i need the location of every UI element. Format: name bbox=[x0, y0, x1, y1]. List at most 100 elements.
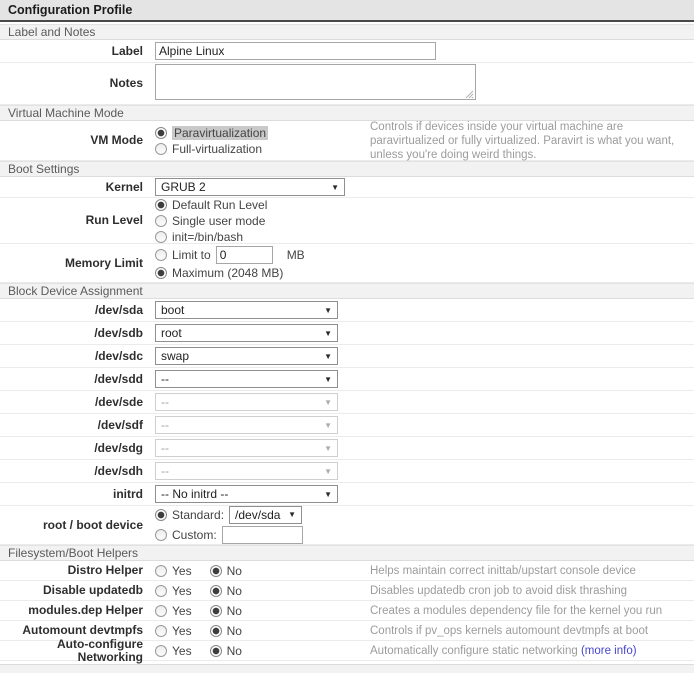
auto-configure-networking-label: Auto-configure Networking bbox=[0, 638, 150, 664]
dev-sdd-select[interactable]: -- ▼ bbox=[155, 370, 338, 388]
distro-helper-no-radio[interactable] bbox=[210, 565, 222, 577]
disable-updatedb-row: Disable updatedb Yes No Disables updated… bbox=[0, 581, 694, 601]
distro-helper-yes-label[interactable]: Yes bbox=[172, 564, 192, 578]
initrd-select-value: -- No initrd -- bbox=[161, 487, 228, 501]
disable-updatedb-yes-label[interactable]: Yes bbox=[172, 584, 192, 598]
modules-dep-no-radio[interactable] bbox=[210, 605, 222, 617]
dev-sdg-label: /dev/sdg bbox=[0, 442, 150, 455]
chevron-down-icon: ▼ bbox=[324, 490, 332, 499]
run-level-init-bash-radio[interactable] bbox=[155, 231, 167, 243]
run-level-init-bash-label[interactable]: init=/bin/bash bbox=[172, 230, 243, 244]
dev-sdh-select: -- ▼ bbox=[155, 462, 338, 480]
disable-updatedb-yes-radio[interactable] bbox=[155, 585, 167, 597]
distro-helper-row: Distro Helper Yes No Helps maintain corr… bbox=[0, 561, 694, 581]
more-info-link[interactable]: (more info) bbox=[581, 645, 637, 657]
automount-devtmpfs-no-label[interactable]: No bbox=[227, 624, 242, 638]
automount-devtmpfs-no-radio[interactable] bbox=[210, 625, 222, 637]
modules-dep-yes-label[interactable]: Yes bbox=[172, 604, 192, 618]
initrd-label: initrd bbox=[0, 488, 150, 501]
memory-limit-input[interactable] bbox=[216, 246, 273, 264]
memory-limit-to-radio[interactable] bbox=[155, 249, 167, 261]
label-input[interactable] bbox=[155, 42, 436, 60]
run-level-label: Run Level bbox=[0, 214, 150, 227]
automount-devtmpfs-help-text: Controls if pv_ops kernels automount dev… bbox=[370, 624, 694, 638]
distro-helper-yes-radio[interactable] bbox=[155, 565, 167, 577]
root-device-standard-label[interactable]: Standard: bbox=[172, 508, 224, 522]
dev-sdc-select[interactable]: swap ▼ bbox=[155, 347, 338, 365]
root-device-custom-radio[interactable] bbox=[155, 529, 167, 541]
chevron-down-icon: ▼ bbox=[324, 421, 332, 430]
dev-sdc-row: /dev/sdc swap ▼ bbox=[0, 345, 694, 368]
run-level-default-radio[interactable] bbox=[155, 199, 167, 211]
root-device-standard-select[interactable]: /dev/sda ▼ bbox=[229, 506, 302, 524]
auto-configure-networking-yes-label[interactable]: Yes bbox=[172, 644, 192, 658]
paravirtualization-option-label[interactable]: Paravirtualization bbox=[172, 126, 268, 140]
vm-mode-row: VM Mode Paravirtualization Full-virtuali… bbox=[0, 121, 694, 161]
modules-dep-yes-radio[interactable] bbox=[155, 605, 167, 617]
dev-sdg-row: /dev/sdg -- ▼ bbox=[0, 437, 694, 460]
chevron-down-icon: ▼ bbox=[324, 329, 332, 338]
root-device-custom-label[interactable]: Custom: bbox=[172, 528, 217, 542]
dev-sdb-select[interactable]: root ▼ bbox=[155, 324, 338, 342]
memory-maximum-label[interactable]: Maximum (2048 MB) bbox=[172, 266, 283, 280]
run-level-default-label[interactable]: Default Run Level bbox=[172, 198, 267, 212]
root-device-standard-radio[interactable] bbox=[155, 509, 167, 521]
auto-configure-networking-no-label[interactable]: No bbox=[227, 644, 242, 658]
run-level-row: Run Level Default Run Level Single user … bbox=[0, 198, 694, 244]
root-device-custom-input[interactable] bbox=[222, 526, 303, 544]
chevron-down-icon: ▼ bbox=[324, 444, 332, 453]
run-level-single-user-label[interactable]: Single user mode bbox=[172, 214, 265, 228]
kernel-select-value: GRUB 2 bbox=[161, 180, 206, 194]
initrd-row: initrd -- No initrd -- ▼ bbox=[0, 483, 694, 506]
dev-sdh-select-value: -- bbox=[161, 464, 169, 478]
dev-sdc-select-value: swap bbox=[161, 349, 189, 363]
paravirtualization-radio[interactable] bbox=[155, 127, 167, 139]
notes-textarea[interactable] bbox=[155, 64, 476, 100]
chevron-down-icon: ▼ bbox=[324, 352, 332, 361]
dev-sdf-row: /dev/sdf -- ▼ bbox=[0, 414, 694, 437]
kernel-row: Kernel GRUB 2 ▼ bbox=[0, 177, 694, 198]
dev-sdh-row: /dev/sdh -- ▼ bbox=[0, 460, 694, 483]
dev-sda-label: /dev/sda bbox=[0, 304, 150, 317]
dev-sda-select[interactable]: boot ▼ bbox=[155, 301, 338, 319]
dev-sdb-row: /dev/sdb root ▼ bbox=[0, 322, 694, 345]
dev-sdd-select-value: -- bbox=[161, 372, 169, 386]
kernel-select[interactable]: GRUB 2 ▼ bbox=[155, 178, 345, 196]
modules-dep-helper-label: modules.dep Helper bbox=[0, 604, 150, 617]
dev-sde-select-value: -- bbox=[161, 395, 169, 409]
notes-field-label: Notes bbox=[0, 77, 150, 90]
memory-limit-to-label[interactable]: Limit to bbox=[172, 248, 211, 262]
chevron-down-icon: ▼ bbox=[324, 467, 332, 476]
distro-helper-no-label[interactable]: No bbox=[227, 564, 242, 578]
dev-sda-row: /dev/sda boot ▼ bbox=[0, 299, 694, 322]
chevron-down-icon: ▼ bbox=[324, 398, 332, 407]
disable-updatedb-no-label[interactable]: No bbox=[227, 584, 242, 598]
full-virtualization-option-label[interactable]: Full-virtualization bbox=[172, 142, 262, 156]
memory-maximum-radio[interactable] bbox=[155, 267, 167, 279]
section-filesystem-boot-helpers: Filesystem/Boot Helpers bbox=[0, 545, 694, 561]
auto-configure-networking-yes-radio[interactable] bbox=[155, 645, 167, 657]
initrd-select[interactable]: -- No initrd -- ▼ bbox=[155, 485, 338, 503]
disable-updatedb-no-radio[interactable] bbox=[210, 585, 222, 597]
full-virtualization-radio[interactable] bbox=[155, 143, 167, 155]
kernel-label: Kernel bbox=[0, 181, 150, 194]
memory-limit-unit: MB bbox=[287, 248, 305, 262]
distro-helper-help-text: Helps maintain correct inittab/upstart c… bbox=[370, 564, 694, 578]
chevron-down-icon: ▼ bbox=[324, 306, 332, 315]
memory-limit-label: Memory Limit bbox=[0, 257, 150, 270]
dev-sdb-select-value: root bbox=[161, 326, 182, 340]
modules-dep-no-label[interactable]: No bbox=[227, 604, 242, 618]
auto-configure-networking-no-radio[interactable] bbox=[210, 645, 222, 657]
run-level-single-user-radio[interactable] bbox=[155, 215, 167, 227]
distro-helper-label: Distro Helper bbox=[0, 564, 150, 577]
automount-devtmpfs-yes-label[interactable]: Yes bbox=[172, 624, 192, 638]
vm-mode-label: VM Mode bbox=[0, 134, 150, 147]
dev-sdf-select: -- ▼ bbox=[155, 416, 338, 434]
page-title: Configuration Profile bbox=[0, 0, 694, 22]
auto-configure-networking-row: Auto-configure Networking Yes No Automat… bbox=[0, 641, 694, 661]
dev-sdf-select-value: -- bbox=[161, 418, 169, 432]
chevron-down-icon: ▼ bbox=[331, 183, 339, 192]
dev-sde-row: /dev/sde -- ▼ bbox=[0, 391, 694, 414]
dev-sdg-select-value: -- bbox=[161, 441, 169, 455]
automount-devtmpfs-yes-radio[interactable] bbox=[155, 625, 167, 637]
